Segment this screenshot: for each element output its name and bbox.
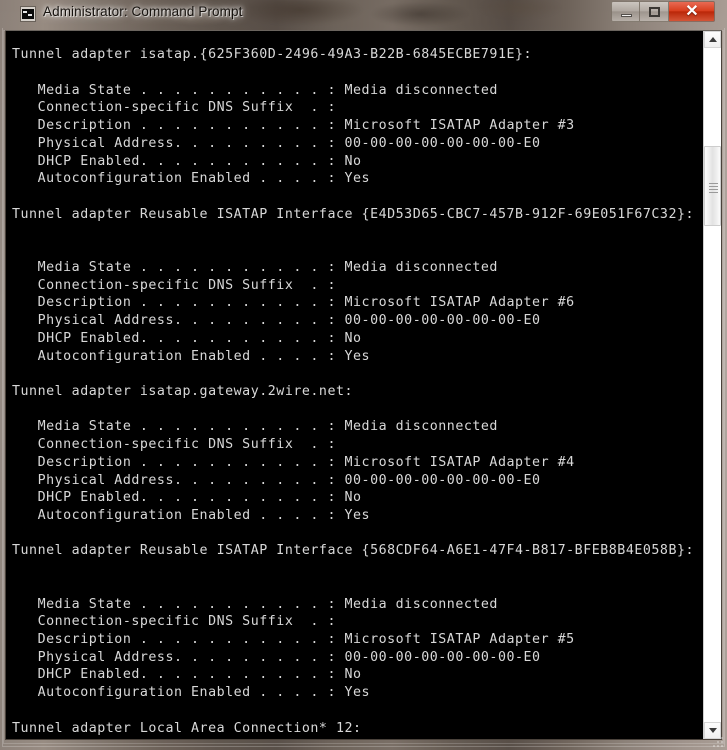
command-prompt-icon-caret xyxy=(23,11,27,13)
scrollbar-thumb[interactable] xyxy=(704,146,721,226)
command-prompt-icon xyxy=(20,6,36,22)
vertical-scrollbar[interactable] xyxy=(703,31,721,739)
chevron-down-icon xyxy=(709,728,717,733)
chevron-up-icon xyxy=(709,37,717,42)
scrollbar-grip-line xyxy=(709,183,718,184)
maximize-button[interactable] xyxy=(640,1,669,22)
command-prompt-window: Administrator: Command Prompt ✕ Tunnel a… xyxy=(0,0,727,750)
console-output[interactable]: Tunnel adapter isatap.{625F360D-2496-49A… xyxy=(12,46,702,737)
close-button[interactable]: ✕ xyxy=(669,1,715,22)
scrollbar-track[interactable] xyxy=(704,48,721,722)
window-title: Administrator: Command Prompt xyxy=(43,4,243,19)
maximize-icon xyxy=(649,7,660,17)
minimize-icon xyxy=(621,14,632,17)
resize-grip-icon[interactable] xyxy=(711,735,725,749)
title-bar[interactable]: Administrator: Command Prompt ✕ xyxy=(0,0,727,28)
scroll-up-button[interactable] xyxy=(704,31,721,48)
scrollbar-grip-line xyxy=(709,189,718,190)
scrollbar-grip-line xyxy=(709,186,718,187)
close-icon: ✕ xyxy=(685,3,699,20)
scrollbar-grip-line xyxy=(709,192,718,193)
command-prompt-icon-line xyxy=(28,14,32,16)
console-client-area[interactable]: Tunnel adapter isatap.{625F360D-2496-49A… xyxy=(5,30,722,740)
minimize-button[interactable] xyxy=(611,1,640,22)
